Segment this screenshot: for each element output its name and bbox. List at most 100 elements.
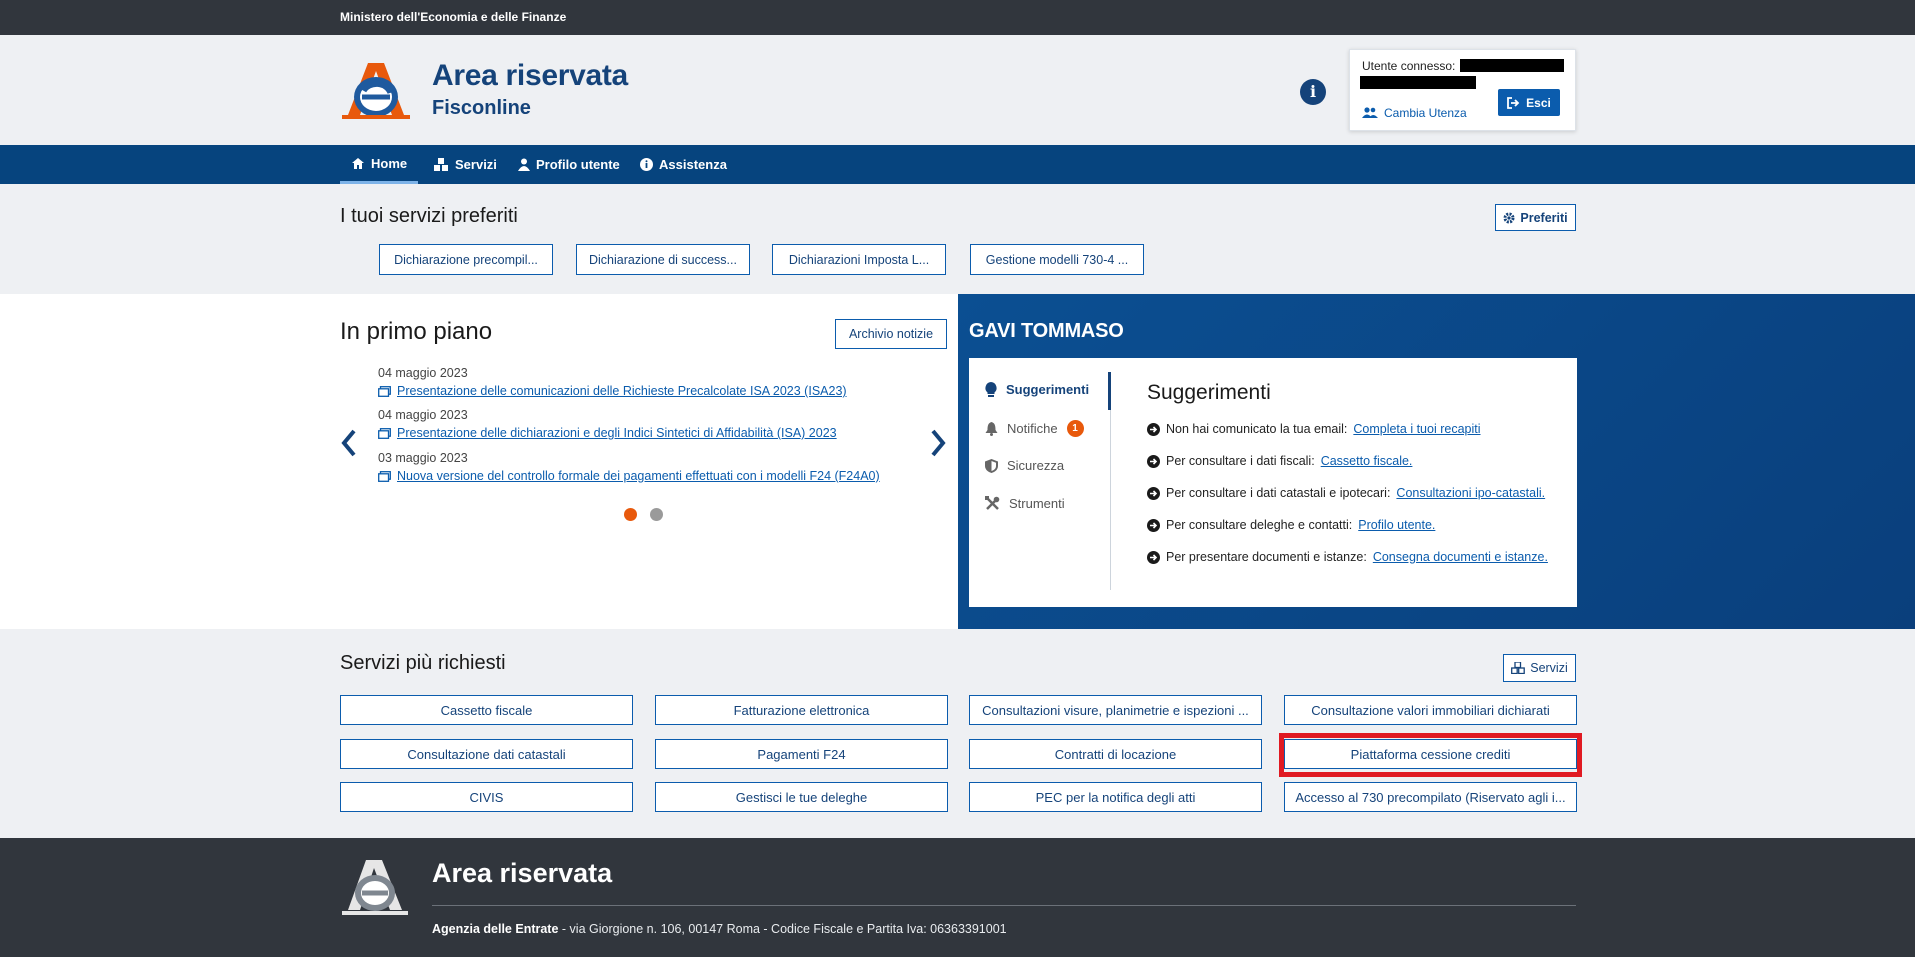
info-icon[interactable]: i [1300,79,1326,105]
chevron-right-icon[interactable] [928,428,948,458]
tab-strumenti[interactable]: Strumenti [985,496,1065,511]
profile-card: Suggerimenti Notifiche 1 Sicurezza Strum… [969,358,1577,607]
active-tab-indicator [1108,372,1111,410]
news-link-text: Presentazione delle dichiarazioni e degl… [397,426,837,440]
tab-notifiche[interactable]: Notifiche 1 [985,420,1084,437]
favorite-item[interactable]: Dichiarazione precompil... [379,244,553,275]
service-item-valori-immobiliari[interactable]: Consultazione valori immobiliari dichiar… [1284,695,1577,725]
switch-user-label: Cambia Utenza [1384,106,1467,120]
chevron-left-icon[interactable] [339,428,359,458]
site-title: Area riservata [432,59,628,92]
carousel-dot-active[interactable] [624,508,637,521]
services-button[interactable]: Servizi [1503,654,1576,682]
news-item: 04 maggio 2023 Presentazione delle dichi… [378,408,837,440]
service-item-cassetto-fiscale[interactable]: Cassetto fiscale [340,695,633,725]
user-label: Utente connesso: [1362,59,1456,73]
window-icon [378,470,391,482]
suggestion-link[interactable]: Completa i tuoi recapiti [1353,422,1480,436]
suggestion-item: Per consultare i dati catastali e ipotec… [1147,486,1545,500]
carousel-dot[interactable] [650,508,663,521]
suggestion-link[interactable]: Consegna documenti e istanze. [1373,550,1548,564]
footer-title: Area riservata [432,858,613,888]
suggestion-link[interactable]: Cassetto fiscale. [1321,454,1413,468]
redacted-username [1460,59,1564,72]
service-item-civis[interactable]: CIVIS [340,782,633,812]
agenzia-footer-logo-icon [342,860,408,915]
suggestion-item: Non hai comunicato la tua email: Complet… [1147,422,1481,436]
nav-servizi[interactable]: Servizi [434,145,497,184]
tab-sicurezza-label: Sicurezza [1007,458,1065,473]
service-item-pec[interactable]: PEC per la notifica degli atti [969,782,1262,812]
news-link[interactable]: Presentazione delle dichiarazioni e degl… [378,426,837,440]
news-archive-button[interactable]: Archivio notizie [835,319,947,349]
favorite-item[interactable]: Dichiarazioni Imposta L... [772,244,946,275]
arrow-circle-right-icon [1147,550,1160,564]
footer-address-text: - via Giorgione n. 106, 00147 Roma - Cod… [558,922,1007,936]
nav-home[interactable]: Home [340,145,419,184]
suggestion-item: Per consultare deleghe e contatti: Profi… [1147,518,1435,532]
logout-label: Esci [1526,95,1551,110]
favorite-item[interactable]: Dichiarazione di success... [576,244,750,275]
services-button-label: Servizi [1530,661,1568,675]
service-item-consultazioni-visure[interactable]: Consultazioni visure, planimetrie e ispe… [969,695,1262,725]
highlight-box [1279,733,1582,777]
arrow-circle-right-icon [1147,518,1160,532]
bell-icon [985,421,998,436]
tab-sicurezza[interactable]: Sicurezza [985,458,1064,473]
featured-section: In primo piano Archivio notizie 04 maggi… [0,294,958,629]
nav-home-label: Home [371,155,408,171]
ministry-bar: Ministero dell'Economia e delle Finanze [0,0,1915,35]
footer-divider [432,905,1576,906]
service-item-730-precompilato[interactable]: Accesso al 730 precompilato (Riservato a… [1284,782,1577,812]
header: Area riservata Fisconline i Utente conne… [0,35,1915,145]
suggestion-item: Per consultare i dati fiscali: Cassetto … [1147,454,1412,468]
news-link[interactable]: Presentazione delle comunicazioni delle … [378,384,847,398]
shield-icon [985,458,998,473]
nav-profilo[interactable]: Profilo utente [518,145,620,184]
suggestion-link[interactable]: Profilo utente. [1358,518,1435,532]
service-item-dati-catastali[interactable]: Consultazione dati catastali [340,739,633,769]
cubes-icon [434,158,448,171]
notification-count-badge: 1 [1066,420,1084,437]
news-link-text: Nuova versione del controllo formale dei… [397,469,880,483]
profile-tabs: Suggerimenti Notifiche 1 Sicurezza Strum… [969,372,1111,590]
service-item-contratti-locazione[interactable]: Contratti di locazione [969,739,1262,769]
logout-button[interactable]: Esci [1498,89,1560,116]
footer: Area riservata Agenzia delle Entrate - v… [0,838,1915,957]
nav-profilo-label: Profilo utente [536,157,620,172]
suggestions-title: Suggerimenti [1147,381,1271,404]
favorite-item[interactable]: Gestione modelli 730-4 ... [970,244,1144,275]
redacted-username-2 [1360,76,1476,89]
tab-suggerimenti-label: Suggerimenti [1006,382,1090,397]
footer-address: Agenzia delle Entrate - via Giorgione n.… [432,922,1007,936]
news-item: 03 maggio 2023 Nuova versione del contro… [378,451,880,483]
switch-user-link[interactable]: Cambia Utenza [1362,106,1467,120]
news-link[interactable]: Nuova versione del controllo formale dei… [378,469,880,483]
cubes-icon [1511,662,1526,674]
services-title: Servizi più richiesti [340,652,506,674]
suggestion-text: Non hai comunicato la tua email: [1166,422,1348,436]
service-item-pagamenti-f24[interactable]: Pagamenti F24 [655,739,948,769]
nav-assistenza-label: Assistenza [659,157,727,172]
suggestion-text: Per consultare i dati catastali e ipotec… [1166,486,1391,500]
info-circle-icon [640,158,653,171]
news-item: 04 maggio 2023 Presentazione delle comun… [378,366,847,398]
arrow-circle-right-icon [1147,454,1160,468]
favorites-title: I tuoi servizi preferiti [340,205,518,227]
service-item-deleghe[interactable]: Gestisci le tue deleghe [655,782,948,812]
news-date: 04 maggio 2023 [378,408,468,422]
featured-title: In primo piano [340,318,493,345]
tools-icon [985,496,1000,510]
home-icon [352,157,364,169]
favorites-settings-button[interactable]: Preferiti [1495,204,1576,231]
tab-suggerimenti[interactable]: Suggerimenti [985,382,1089,397]
suggestion-link[interactable]: Consultazioni ipo-catastali. [1396,486,1545,500]
footer-agency: Agenzia delle Entrate [432,922,559,936]
agenzia-logo-icon[interactable] [340,57,412,123]
nav-assistenza[interactable]: Assistenza [640,145,727,184]
logout-icon [1507,96,1520,109]
service-item-fatturazione[interactable]: Fatturazione elettronica [655,695,948,725]
site-subtitle: Fisconline [432,97,531,119]
window-icon [378,385,391,397]
arrow-circle-right-icon [1147,422,1160,436]
